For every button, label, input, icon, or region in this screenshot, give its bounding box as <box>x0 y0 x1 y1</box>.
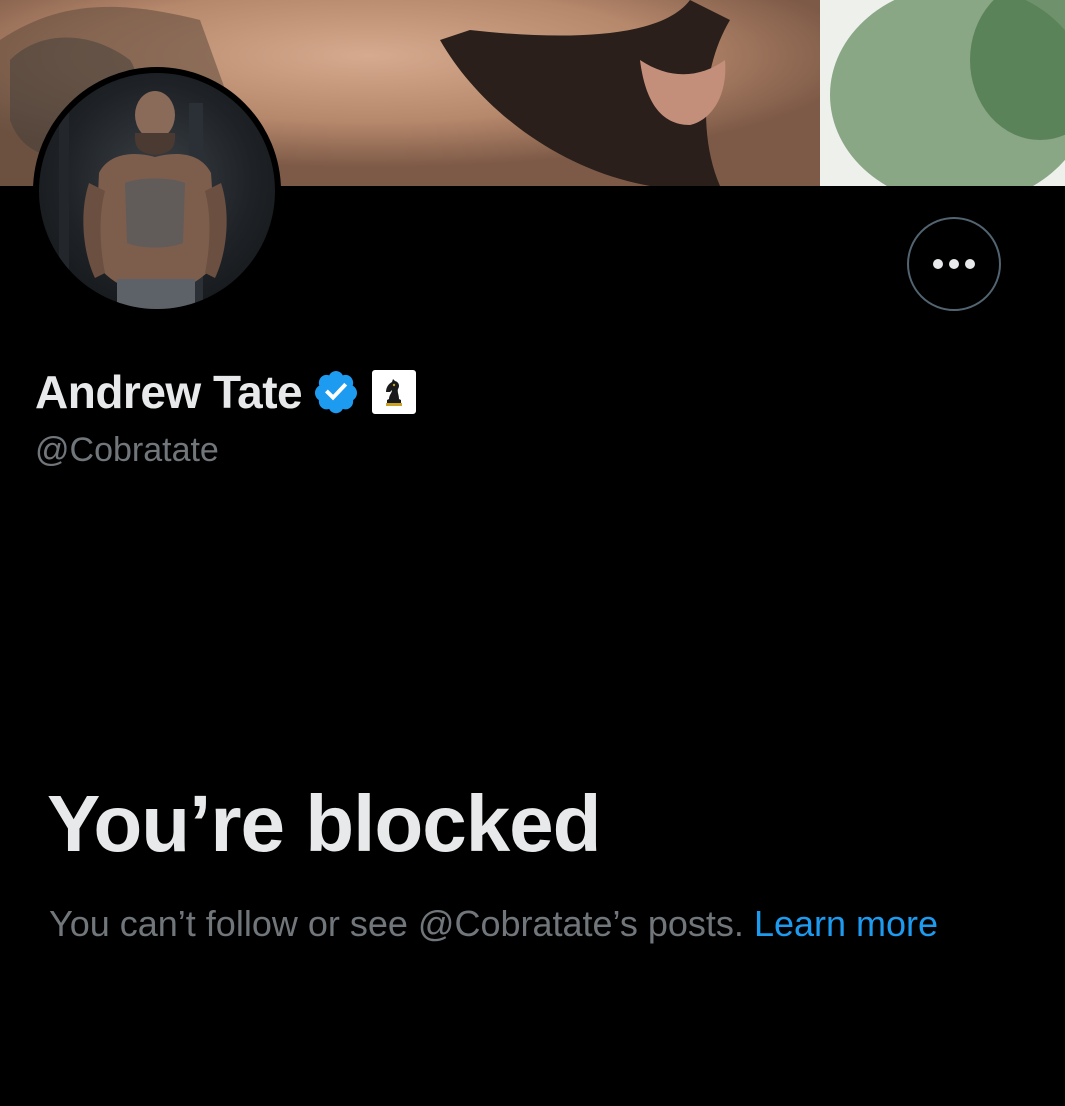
learn-more-link[interactable]: Learn more <box>754 903 938 944</box>
profile-handle: @Cobratate <box>35 431 219 469</box>
display-name: Andrew Tate <box>35 366 303 418</box>
verified-badge-icon <box>315 371 358 414</box>
affiliate-badge[interactable] <box>372 370 417 414</box>
more-options-button[interactable] <box>907 217 1001 311</box>
blocked-description-text: You can’t follow or see @Cobratate’s pos… <box>49 903 744 944</box>
more-horizontal-icon <box>933 259 975 269</box>
blocked-title: You’re blocked <box>47 779 602 868</box>
profile-name-row: Andrew Tate <box>35 362 417 422</box>
blocked-description: You can’t follow or see @Cobratate’s pos… <box>49 897 979 951</box>
avatar-image <box>39 73 275 309</box>
profile-avatar[interactable] <box>33 67 281 315</box>
chess-knight-icon <box>377 375 412 409</box>
